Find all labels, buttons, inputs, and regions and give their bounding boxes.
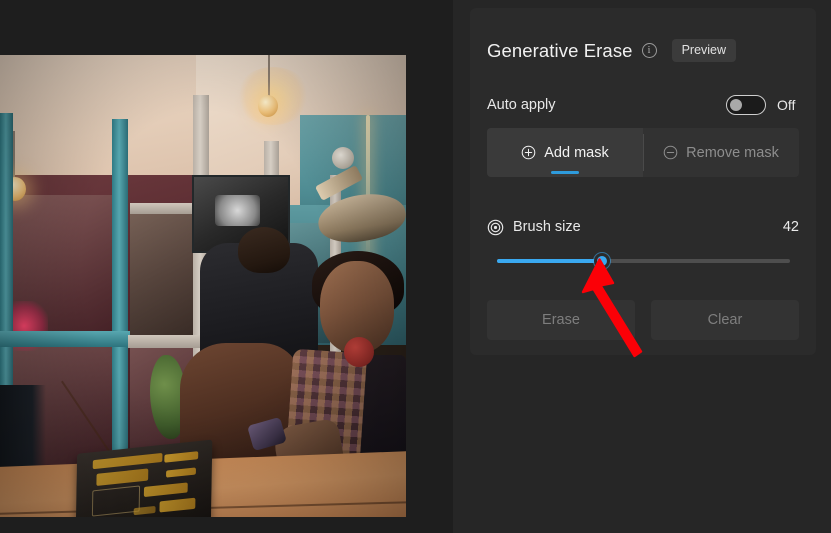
mask-mode-tabs: Add mask Remove mask [487, 128, 799, 177]
plus-circle-icon [521, 145, 536, 160]
auto-apply-control: Off [726, 95, 799, 115]
panel-header: Generative Erase i Preview [487, 39, 737, 62]
action-button-row: Erase Clear [487, 300, 799, 340]
tab-remove-mask[interactable]: Remove mask [643, 128, 799, 177]
tab-add-mask[interactable]: Add mask [487, 128, 643, 177]
editor-surface [0, 0, 453, 533]
brush-size-row: Brush size 42 [487, 216, 799, 238]
generative-erase-panel: Generative Erase i Preview Auto apply Of… [470, 8, 816, 355]
photo-image [0, 55, 406, 517]
photo-canvas[interactable] [0, 55, 406, 517]
auto-apply-state: Off [777, 97, 796, 113]
tab-add-mask-label: Add mask [544, 144, 609, 161]
brush-size-slider[interactable] [497, 253, 790, 269]
photo-vignette [0, 55, 406, 517]
page-title: Generative Erase [487, 39, 633, 61]
brush-size-value: 42 [782, 219, 799, 235]
slider-fill [497, 259, 603, 263]
app-root: Generative Erase i Preview Auto apply Of… [0, 0, 831, 533]
auto-apply-toggle[interactable] [726, 95, 766, 115]
auto-apply-row: Auto apply Off [487, 92, 799, 118]
clear-button[interactable]: Clear [651, 300, 799, 340]
brush-size-label: Brush size [513, 219, 581, 235]
info-circle-icon[interactable]: i [641, 43, 657, 58]
brush-size-slider-thumb[interactable] [594, 253, 611, 269]
toggle-knob [730, 99, 742, 111]
preview-badge: Preview [671, 39, 737, 62]
auto-apply-label: Auto apply [487, 97, 556, 113]
tab-remove-mask-label: Remove mask [686, 144, 779, 161]
minus-circle-icon [663, 145, 678, 160]
brush-size-target-icon [487, 219, 504, 235]
erase-button[interactable]: Erase [487, 300, 635, 340]
